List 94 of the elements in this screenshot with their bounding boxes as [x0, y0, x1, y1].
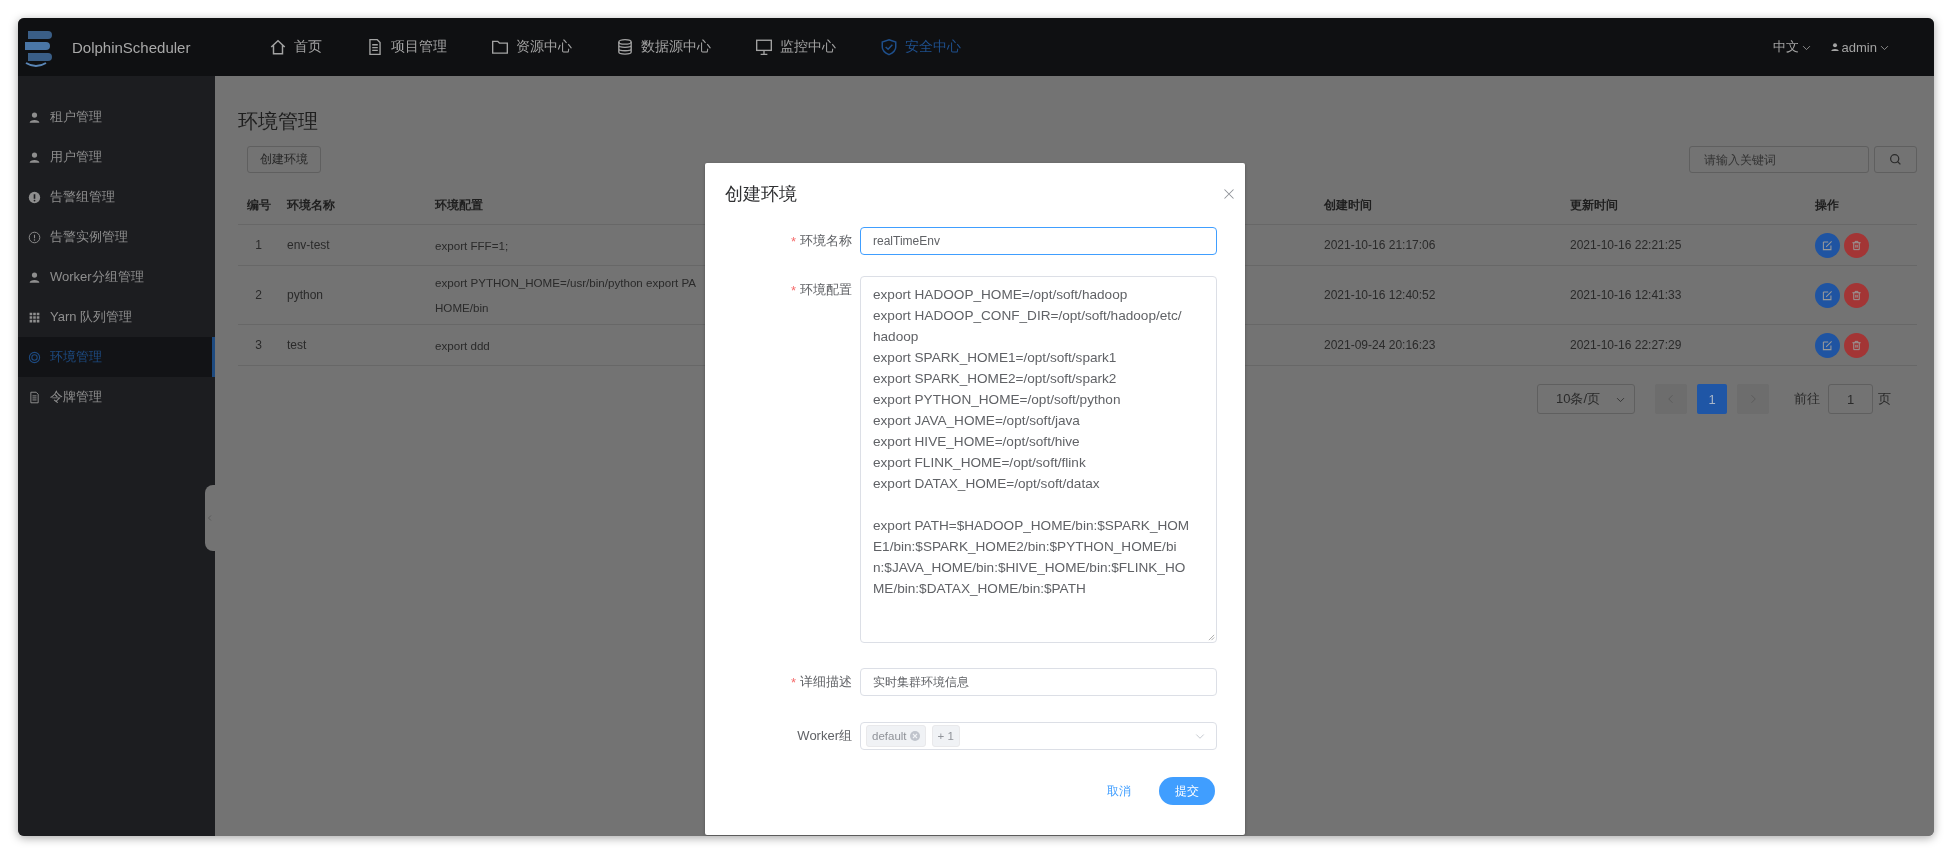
edit-icon	[1822, 289, 1833, 301]
table-cell: env-test	[287, 238, 330, 252]
input-field[interactable]: realTimeEnv	[860, 227, 1217, 255]
page-button[interactable]: 1	[1697, 384, 1727, 414]
target-icon	[28, 350, 41, 364]
page-size-select[interactable]: 10条/页	[1537, 384, 1635, 414]
tag: default	[866, 725, 926, 747]
document-icon	[366, 38, 384, 56]
trash-icon	[1851, 239, 1862, 251]
table-cell-text: export PYTHON_HOME=/usr/bin/python export PA HOME/bin	[435, 275, 697, 316]
resize-grip-icon[interactable]	[1208, 634, 1215, 641]
text-area[interactable]: export HADOOP_HOME=/opt/soft/hadoop export HADOOP_CONF_DIR=/opt/soft/hadoop/etc/ hadoop export SPARK_HOME1=/opt/soft/spark1 export SPARK_HOME2=/opt/soft/spark2 export PYTHON_HOME=/opt/soft/python export JAVA_HOME=/opt/soft/java export HIVE_HOME=/opt/soft/hive export FLINK_HOME=/opt/soft/flink export DATAX_HOME=/opt/soft/datax export PATH=$HADOOP_HOME/bin:$SPARK_HOM E1/bin:$SPARK_HOME2/bin:$PYTHON_HOME/bi n:$JAVA_HOME/bin:$HIVE_HOME/bin:$FLINK_HO ME/bin:$DATAX_HOME/bin:$PATH	[860, 276, 1217, 643]
table-cell: 2	[255, 288, 262, 302]
nav-tab[interactable]: 数据源中心	[594, 18, 733, 76]
edit-button[interactable]	[1815, 282, 1840, 308]
table-cell: 2021-10-16 22:27:29	[1570, 338, 1682, 352]
multi-select[interactable]: default + 1	[860, 722, 1217, 750]
search-field[interactable]: 请输入关键词	[1689, 146, 1869, 173]
column-header: 更新时间	[1570, 197, 1618, 214]
sidebar-item[interactable]: 告警实例管理	[18, 217, 215, 257]
dialog-title: 创建环境	[725, 183, 797, 206]
page-title: 环境管理	[238, 109, 319, 134]
grid-icon	[28, 310, 41, 324]
collapse-handle[interactable]	[205, 485, 215, 551]
user-icon	[28, 150, 41, 164]
column-header: 环境名称	[287, 197, 335, 214]
tag-close-icon[interactable]	[909, 731, 920, 741]
chevron-left-icon	[206, 514, 214, 522]
column-header: 创建时间	[1324, 197, 1372, 214]
trash-icon	[1851, 339, 1862, 351]
document-icon	[28, 390, 41, 404]
nav-tab[interactable]: 首页	[247, 18, 344, 76]
required-mark: *	[790, 674, 796, 690]
home-icon	[269, 38, 287, 56]
shield-icon	[880, 38, 898, 56]
nav-tab[interactable]: 资源中心	[469, 18, 594, 76]
exclamation-icon	[28, 190, 41, 204]
close-icon[interactable]	[1223, 188, 1235, 200]
goto-label: 前往	[1794, 390, 1820, 408]
sidebar-item[interactable]: 租户管理	[18, 97, 215, 137]
field-label: Worker组	[797, 727, 852, 745]
table-cell: 3	[255, 338, 262, 352]
edit-icon	[1822, 239, 1833, 251]
required-mark: *	[790, 233, 796, 249]
table-cell-text: export FFF=1;	[435, 237, 509, 254]
user-icon	[28, 270, 41, 284]
search-icon	[1889, 153, 1902, 166]
user-menu[interactable]: admin	[1829, 39, 1890, 55]
table-cell-text: export ddd	[435, 337, 490, 354]
table-cell: 2021-10-16 12:41:33	[1570, 288, 1682, 302]
cancel-button[interactable]: 取消	[1093, 782, 1145, 800]
nav-tab[interactable]: 项目管理	[344, 18, 469, 76]
table-cell: 2021-10-16 22:21:25	[1570, 238, 1682, 252]
table-cell: 2021-10-16 12:40:52	[1324, 288, 1436, 302]
edit-icon	[1822, 339, 1833, 351]
input-field[interactable]: 实时集群环境信息	[860, 668, 1217, 696]
table-cell: 2021-09-24 20:16:23	[1324, 338, 1436, 352]
page-suffix: 页	[1878, 390, 1891, 408]
user-icon	[1829, 42, 1840, 52]
table-cell: 2021-10-16 21:17:06	[1324, 238, 1436, 252]
trash-icon	[1851, 289, 1862, 301]
sidebar-item[interactable]: 告警组管理	[18, 177, 215, 217]
field-label: 环境名称	[800, 232, 852, 250]
user-icon	[28, 110, 41, 124]
search-button[interactable]	[1874, 146, 1917, 173]
sidebar-item[interactable]: Yarn 队列管理	[18, 297, 215, 337]
tag: + 1	[931, 725, 960, 747]
nav-tab[interactable]: 监控中心	[733, 18, 858, 76]
goto-page-field[interactable]: 1	[1828, 384, 1873, 414]
create-button[interactable]: 创建环境	[247, 146, 321, 173]
delete-button[interactable]	[1844, 232, 1869, 258]
field-label: 详细描述	[800, 673, 852, 691]
field-label: 环境配置	[800, 281, 852, 299]
table-cell: 1	[255, 238, 262, 252]
folder-icon	[491, 38, 509, 56]
delete-button[interactable]	[1844, 332, 1869, 358]
exclamation-icon	[28, 230, 41, 244]
app-logo-text: DolphinScheduler	[72, 38, 191, 56]
submit-button[interactable]: 提交	[1159, 777, 1215, 805]
required-mark: *	[790, 282, 796, 298]
edit-button[interactable]	[1815, 332, 1840, 358]
table-cell: python	[287, 288, 324, 302]
column-header: 操作	[1815, 197, 1839, 214]
delete-button[interactable]	[1844, 282, 1869, 308]
sidebar-item[interactable]: 令牌管理	[18, 377, 215, 417]
language-dropdown[interactable]: 中文	[1772, 38, 1812, 56]
monitor-icon	[755, 38, 773, 56]
table-cell: test	[287, 338, 307, 352]
column-header: 环境配置	[435, 197, 483, 214]
sidebar-item[interactable]: Worker分组管理	[18, 257, 215, 297]
database-icon	[616, 38, 634, 56]
edit-button[interactable]	[1815, 232, 1840, 258]
column-header: 编号	[246, 197, 271, 214]
sidebar-item[interactable]: 用户管理	[18, 137, 215, 177]
